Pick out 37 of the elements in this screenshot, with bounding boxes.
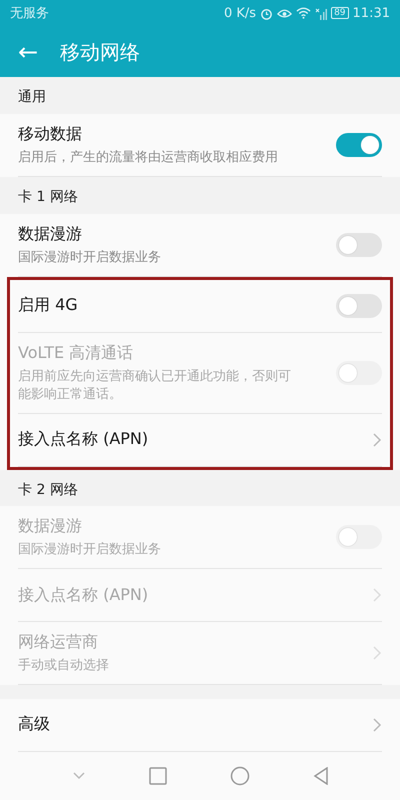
setting-title: 高级 [18, 714, 51, 736]
signal-icon [315, 6, 328, 20]
chevron-down-icon[interactable] [72, 770, 86, 781]
back-triangle-icon[interactable] [312, 766, 328, 785]
setting-title: 接入点名称 (APN) [18, 584, 150, 606]
setting-title: 网络运营商 [18, 632, 99, 654]
chevron-icon [372, 645, 382, 662]
square-icon[interactable] [148, 766, 166, 785]
chevron-icon [372, 716, 382, 733]
setting-title: 启用 4G [18, 295, 79, 316]
section-header: 卡 2 网络 [17, 480, 79, 500]
eye-icon [277, 8, 292, 19]
setting-title: 数据漫游 [18, 224, 83, 245]
settings-row[interactable]: 移动数据 启用后，产生的流量将由运营商收取相应费用 [18, 114, 382, 177]
toggle-switch[interactable] [336, 132, 382, 157]
chevron-icon [372, 432, 382, 448]
section-header: 卡 1 网络 [17, 188, 79, 208]
setting-title: 数据漫游 [18, 516, 83, 538]
toggle-switch[interactable] [336, 232, 382, 257]
carrier-text: 无服务 [10, 5, 50, 22]
alarm-icon [260, 6, 274, 20]
setting-description: 国际漫游时开启数据业务 [18, 541, 162, 558]
wifi-icon [296, 7, 312, 20]
setting-title: VoLTE 高清通话 [18, 342, 134, 364]
circle-icon[interactable] [230, 766, 250, 786]
setting-description: 国际漫游时开启数据业务 [18, 248, 162, 266]
setting-title: 接入点名称 (APN) [18, 429, 150, 450]
setting-title: 移动数据 [18, 124, 83, 145]
clock-time: 11:31 [352, 6, 390, 21]
battery-icon: 89 [331, 7, 349, 20]
network-speed: 0 K/s [224, 6, 256, 21]
setting-description: 手动或自动选择 [18, 657, 110, 674]
setting-description: 启用前应先向运营商确认已开通此功能，否则可能影响正常通话。 [18, 368, 292, 403]
section-header: 通用 [17, 88, 47, 108]
chevron-icon [372, 587, 382, 604]
page-title: 移动网络 [60, 38, 140, 66]
setting-description: 启用后，产生的流量将由运营商收取相应费用 [18, 148, 279, 166]
